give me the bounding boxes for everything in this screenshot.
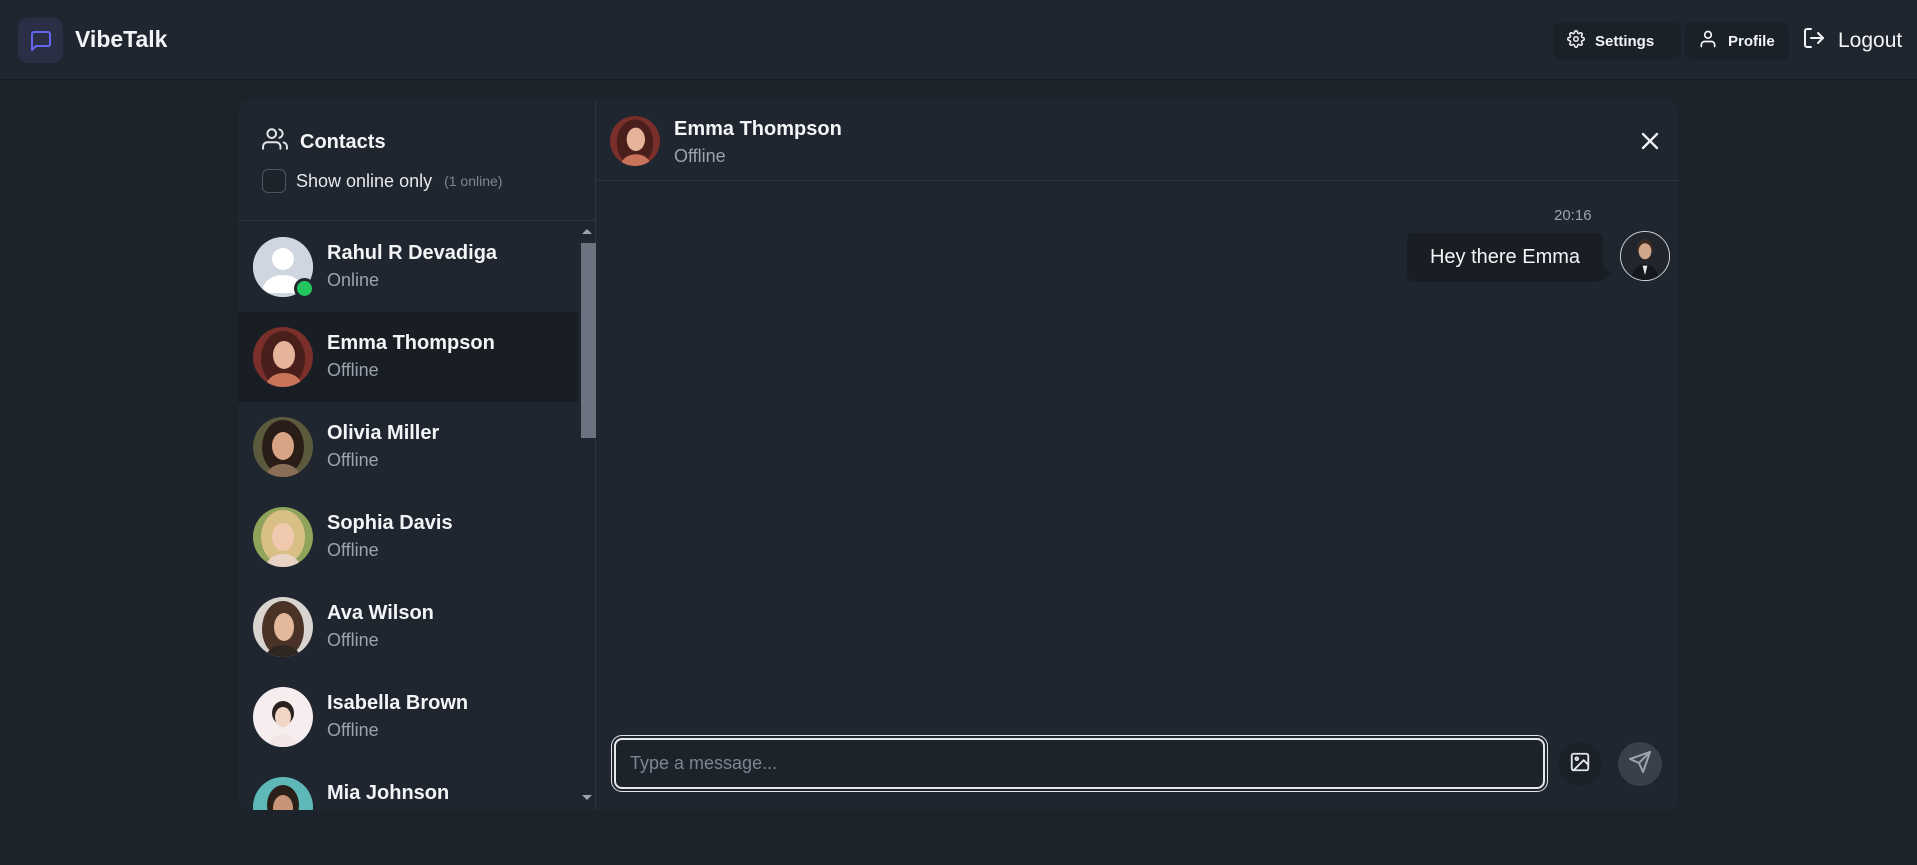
chat-bubble-icon[interactable]	[18, 18, 63, 63]
avatar	[253, 687, 313, 747]
avatar-photo	[253, 327, 313, 387]
contact-item[interactable]: Mia Johnson	[238, 762, 578, 810]
avatar	[253, 237, 315, 299]
avatar-photo	[253, 687, 313, 747]
user-icon	[1698, 29, 1718, 53]
contact-item[interactable]: Sophia Davis Offline	[238, 492, 578, 582]
message-timestamp: 20:16	[1554, 207, 1592, 224]
avatar-photo	[253, 417, 313, 477]
message-bubble: Hey there Emma	[1407, 233, 1603, 282]
logout-label: Logout	[1838, 29, 1903, 52]
gear-icon	[1567, 30, 1585, 52]
contacts-sidebar: Contacts Show online only (1 online) Rah…	[238, 101, 596, 810]
chat-pane: Emma Thompson Offline 20:16 Hey there Em…	[596, 101, 1678, 810]
contacts-title: Contacts	[262, 126, 386, 158]
contact-list-scrollbar[interactable]	[578, 222, 596, 810]
contact-name: Olivia Miller	[327, 422, 440, 444]
online-indicator	[294, 278, 315, 299]
contact-item[interactable]: Rahul R Devadiga Online	[238, 222, 578, 312]
contact-item-active[interactable]: Emma Thompson Offline	[238, 312, 578, 402]
contact-status: Offline	[327, 630, 379, 650]
contact-name: Mia Johnson	[327, 782, 450, 804]
message-bubble-tail	[1601, 265, 1611, 281]
contact-item[interactable]: Olivia Miller Offline	[238, 402, 578, 492]
contact-status: Offline	[327, 720, 379, 740]
scroll-up-arrow-icon[interactable]	[582, 229, 592, 234]
chat-avatar	[610, 116, 660, 166]
contact-name: Emma Thompson	[327, 332, 495, 354]
users-icon	[262, 126, 288, 158]
contact-status: Offline	[327, 360, 379, 380]
avatar-photo	[253, 777, 313, 810]
message-text: Hey there Emma	[1429, 246, 1581, 268]
my-avatar	[1620, 231, 1670, 281]
show-online-toggle[interactable]: Show online only (1 online)	[262, 169, 502, 193]
contact-name: Ava Wilson	[327, 602, 434, 624]
top-navbar: VibeTalk Settings Profile Logout	[0, 0, 1917, 80]
contact-item[interactable]: Ava Wilson Offline	[238, 582, 578, 672]
chat-contact-name: Emma Thompson	[674, 118, 842, 140]
profile-button[interactable]: Profile	[1684, 22, 1789, 60]
app-title[interactable]: VibeTalk	[75, 26, 167, 53]
contact-status: Offline	[327, 540, 379, 560]
close-icon[interactable]	[1636, 127, 1664, 155]
image-icon	[1569, 751, 1591, 778]
attach-image-button[interactable]	[1558, 742, 1602, 786]
contact-name: Rahul R Devadiga	[327, 242, 498, 264]
profile-label: Profile	[1728, 32, 1775, 50]
contacts-title-label: Contacts	[300, 130, 386, 153]
chat-contact-status: Offline	[674, 146, 726, 166]
send-icon	[1628, 750, 1652, 779]
contact-status: Online	[327, 270, 380, 290]
contact-item[interactable]: Isabella Brown Offline	[238, 672, 578, 762]
contact-list: Rahul R Devadiga Online Emma Thompson Of…	[238, 222, 578, 810]
online-count: (1 online)	[444, 173, 503, 189]
send-button[interactable]	[1618, 742, 1662, 786]
contact-status: Offline	[327, 450, 379, 470]
avatar	[253, 417, 313, 477]
chat-header: Emma Thompson Offline	[596, 101, 1678, 181]
scroll-thumb[interactable]	[581, 243, 596, 438]
settings-label: Settings	[1595, 32, 1655, 50]
contacts-header: Contacts Show online only (1 online)	[238, 101, 595, 221]
contact-name: Sophia Davis	[327, 512, 453, 534]
logout-icon	[1802, 26, 1826, 56]
settings-button[interactable]: Settings	[1553, 22, 1681, 60]
logout-button[interactable]: Logout	[1790, 22, 1910, 60]
avatar	[253, 507, 313, 567]
avatar	[253, 327, 313, 387]
chat-container: Contacts Show online only (1 online) Rah…	[238, 101, 1678, 810]
avatar	[253, 777, 313, 810]
avatar-photo	[253, 597, 313, 657]
avatar	[253, 597, 313, 657]
contact-name: Isabella Brown	[327, 692, 469, 714]
avatar-photo	[253, 507, 313, 567]
show-online-label[interactable]: Show online only	[296, 171, 432, 192]
message-input[interactable]	[611, 735, 1548, 792]
show-online-checkbox[interactable]	[262, 169, 286, 193]
scroll-down-arrow-icon[interactable]	[582, 795, 592, 800]
